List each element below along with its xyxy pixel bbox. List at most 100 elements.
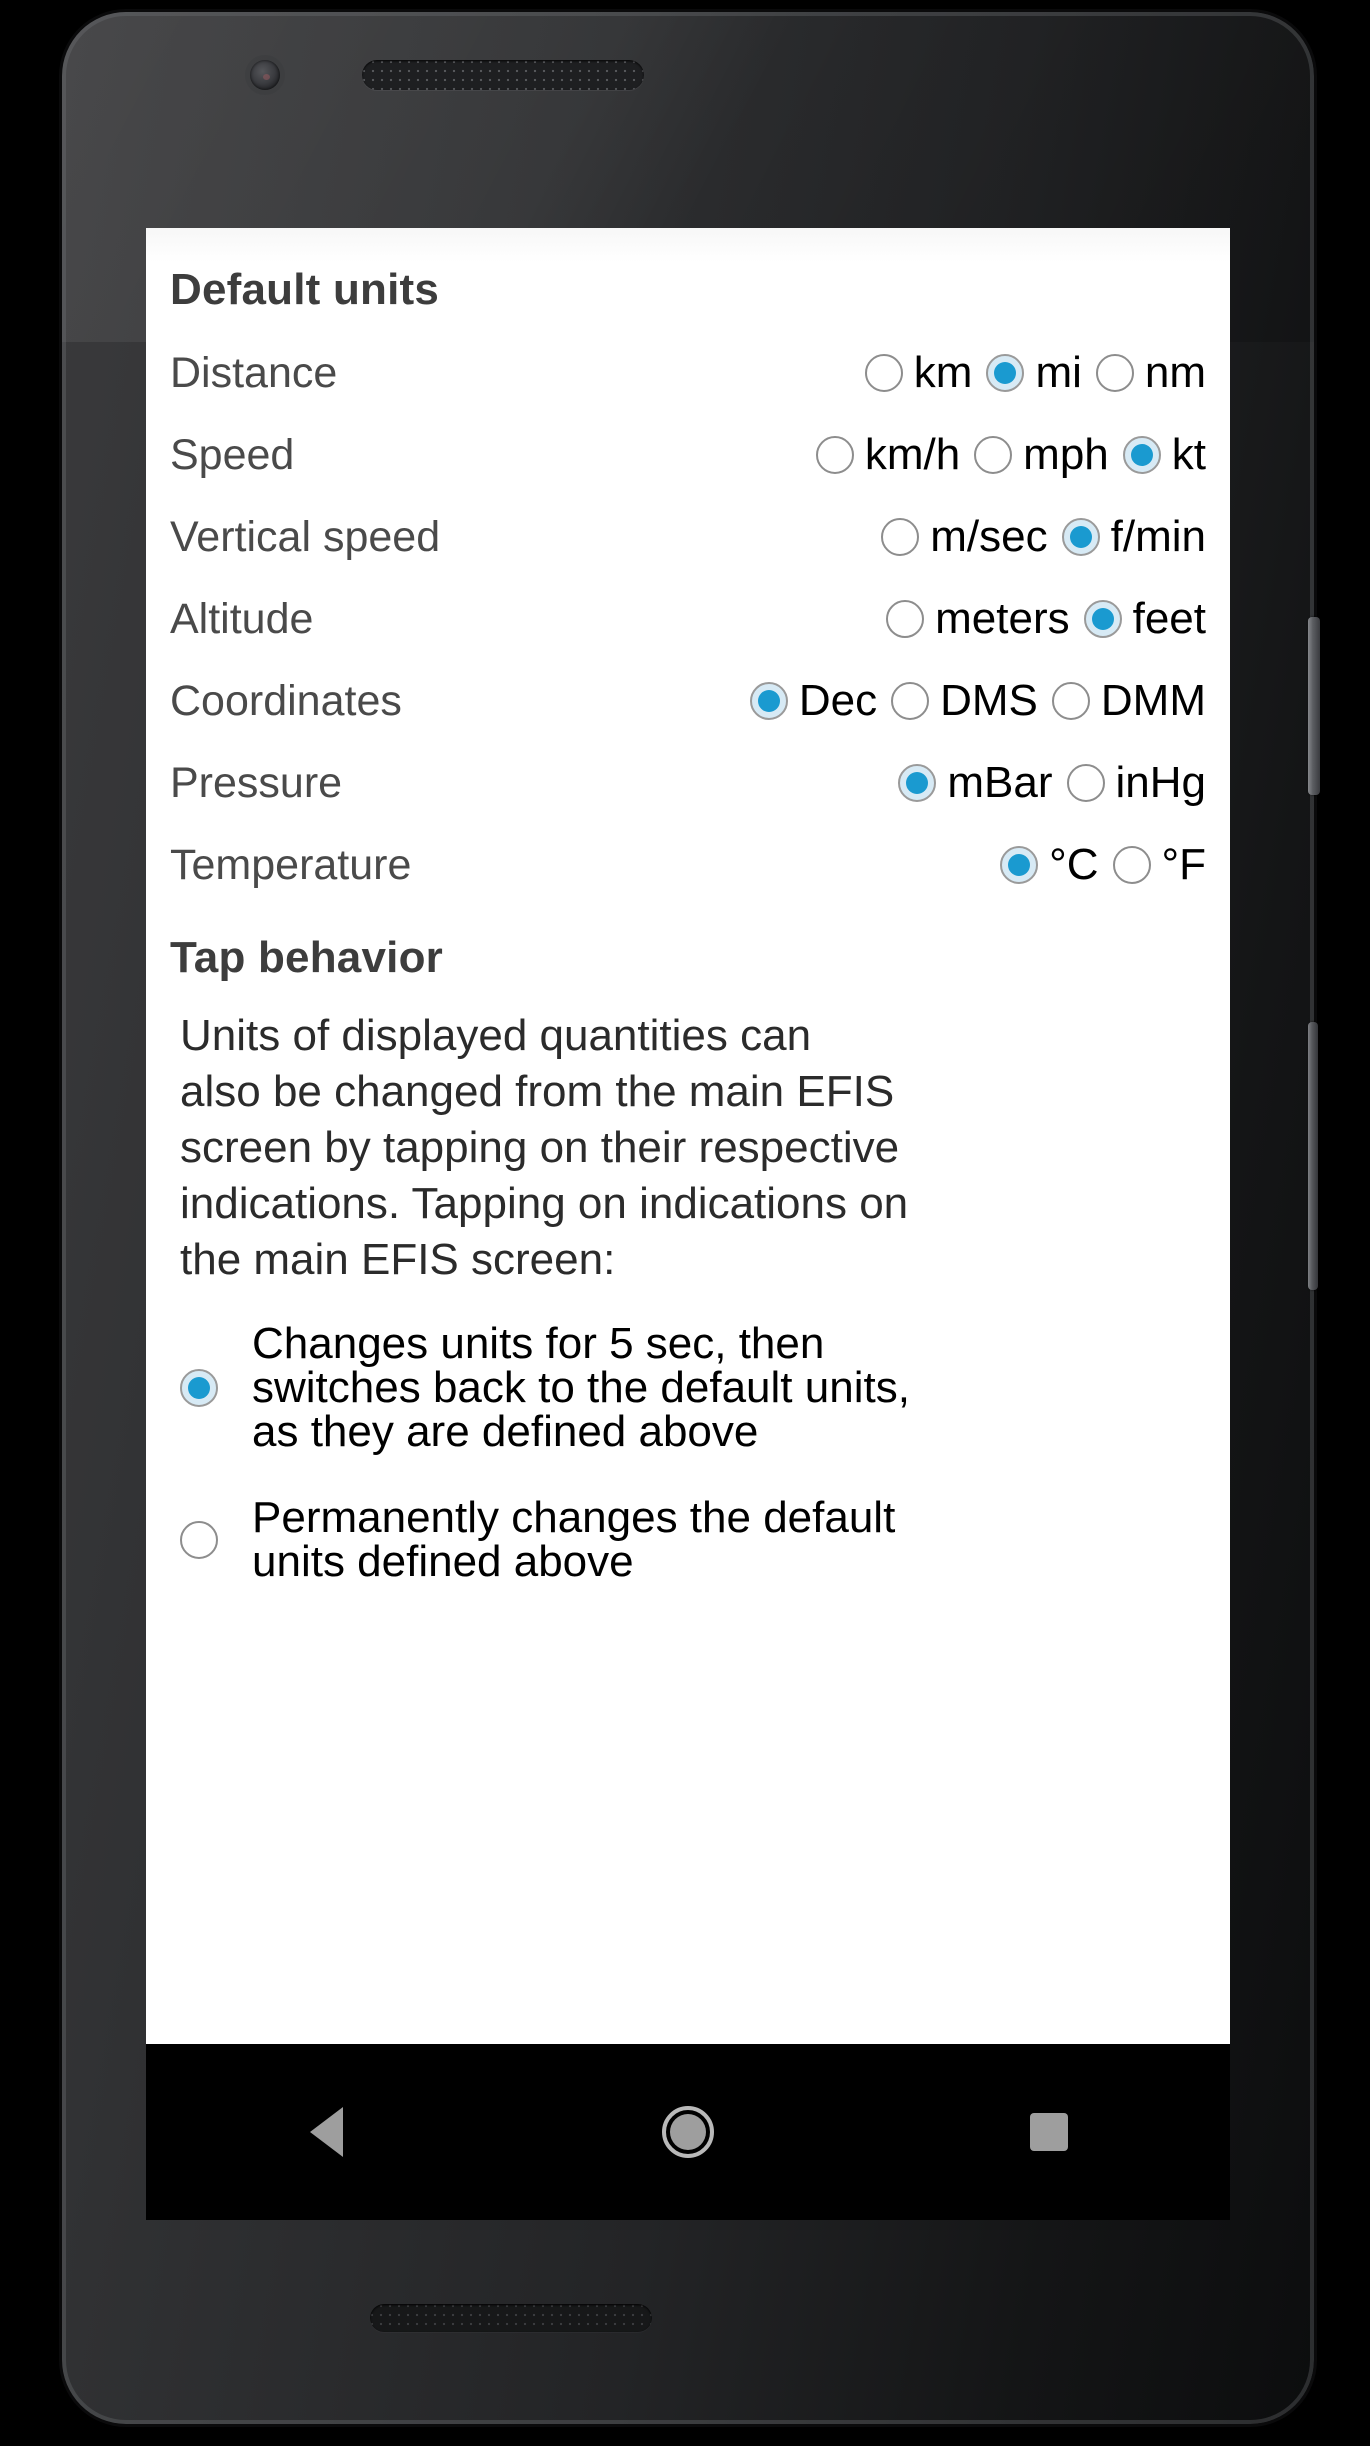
unit-row: Distance km mi nm [170,332,1206,414]
unit-option[interactable]: mBar [898,758,1053,807]
unit-option-label: kt [1171,430,1206,479]
unit-option-label: DMS [940,676,1038,725]
unit-row: Speed km/h mph kt [170,414,1206,496]
unit-option-group: mBar inHg [898,761,1206,805]
unit-row-label: Speed [170,430,295,479]
radio-unselected-icon[interactable] [891,682,930,720]
unit-option-label: km/h [864,430,961,479]
unit-row-label: Vertical speed [170,512,441,561]
unit-option[interactable]: f/min [1061,512,1206,561]
unit-option[interactable]: °F [1112,840,1206,889]
tap-behavior-choice[interactable]: Permanently changes the default units def… [180,1496,1206,1584]
unit-row: Altitude meters feet [170,578,1206,660]
radio-selected-icon[interactable] [1000,846,1039,884]
unit-row-label: Temperature [170,840,412,889]
unit-option-label: mi [1035,348,1082,397]
radio-unselected-icon[interactable] [886,600,925,638]
unit-option[interactable]: inHg [1066,758,1207,807]
choice-line: switches back to the default units, [252,1363,910,1412]
unit-option[interactable]: feet [1083,594,1206,643]
unit-option[interactable]: DMM [1051,676,1206,725]
unit-option-group: m/sec f/min [881,515,1206,559]
unit-option[interactable]: m/sec [881,512,1048,561]
unit-option-label: DMM [1100,676,1206,725]
unit-option-group: km mi nm [864,348,1206,397]
unit-row-label: Altitude [170,594,314,643]
unit-option-label: °C [1049,840,1099,889]
radio-selected-icon[interactable] [1061,518,1100,556]
description-line: Units of displayed quantities can [180,1011,812,1060]
description-line: indications. Tapping on indications on [180,1179,909,1228]
radio-selected-icon[interactable] [1122,436,1161,474]
radio-selected-icon[interactable] [898,764,937,802]
phone-device-frame: Default units Distance km mi nm Speed km/h mph… [62,12,1314,2424]
unit-option[interactable]: mph [974,433,1109,477]
radio-unselected-icon[interactable] [1051,682,1090,720]
choice-line: Changes units for 5 sec, then [252,1319,825,1368]
radio-unselected-icon[interactable] [1066,764,1105,802]
unit-option-label: °F [1161,840,1206,889]
description-line: also be changed from the main EFIS [180,1067,895,1116]
choice-line: units defined above [252,1537,634,1586]
unit-option-label: mph [1023,430,1109,479]
recents-icon [1030,2113,1069,2151]
tap-behavior-description: Units of displayed quantities can also be… [170,1014,1130,1282]
unit-option[interactable]: nm [1095,348,1206,397]
default-units-heading: Default units [170,265,440,314]
earpiece-speaker-grille-icon [362,60,644,90]
default-units-list: Distance km mi nm Speed km/h mph kt Vertical spe… [170,332,1206,906]
unit-row: Coordinates Dec DMS DMM [170,660,1206,742]
unit-option[interactable]: DMS [891,679,1038,723]
unit-option-label: m/sec [930,512,1048,561]
screenshot-stage: Default units Distance km mi nm Speed km/h mph… [0,0,1370,2446]
tap-behavior-heading: Tap behavior [170,933,443,982]
unit-option-group: °C °F [1000,843,1206,887]
radio-selected-icon[interactable] [986,354,1025,392]
unit-option-group: meters feet [886,597,1206,641]
choice-line: as they are defined above [252,1407,759,1456]
radio-unselected-icon[interactable] [864,354,903,392]
unit-row: Pressure mBar inHg [170,742,1206,824]
app-content: Default units Distance km mi nm Speed km/h mph… [146,228,1230,2044]
unit-option[interactable]: kt [1122,430,1206,479]
unit-option-label: nm [1144,348,1206,397]
unit-option-label: meters [935,594,1070,643]
radio-selected-icon[interactable] [749,682,788,720]
unit-row: Temperature °C °F [170,824,1206,906]
radio-selected-icon[interactable] [1083,600,1122,638]
unit-option[interactable]: km/h [815,430,961,479]
front-camera-icon [250,60,280,90]
unit-option-label: km [913,348,973,397]
unit-row-label: Pressure [170,758,343,807]
unit-option-label: inHg [1115,758,1207,807]
nav-recents-button[interactable] [869,2044,1230,2220]
radio-unselected-icon[interactable] [1112,846,1151,884]
power-button[interactable] [1308,617,1320,795]
radio-unselected-icon[interactable] [881,518,920,556]
unit-option[interactable]: km [864,348,973,397]
radio-selected-icon[interactable] [180,1369,218,1407]
unit-option-label: mBar [947,758,1053,807]
nav-back-button[interactable] [146,2044,507,2220]
description-line: the main EFIS screen: [180,1235,616,1284]
radio-unselected-icon[interactable] [180,1521,218,1559]
radio-unselected-icon[interactable] [974,436,1013,474]
unit-option-group: km/h mph kt [815,430,1206,479]
unit-option[interactable]: °C [1000,840,1099,889]
radio-unselected-icon[interactable] [1095,354,1134,392]
radio-unselected-icon[interactable] [815,436,854,474]
tap-behavior-choice-label: Changes units for 5 sec, then switches ba… [252,1322,910,1454]
volume-rocker[interactable] [1308,1022,1318,1290]
tap-behavior-choice-label: Permanently changes the default units def… [252,1496,895,1584]
nav-home-button[interactable] [507,2044,868,2220]
unit-option[interactable]: Dec [749,679,877,723]
bottom-speaker-grille-icon [370,2304,652,2332]
tap-behavior-choice[interactable]: Changes units for 5 sec, then switches ba… [180,1322,1206,1454]
unit-option[interactable]: meters [886,594,1070,643]
description-line: screen by tapping on their respective [180,1123,900,1172]
unit-option-label: feet [1132,594,1206,643]
unit-option-label: f/min [1110,512,1206,561]
unit-row: Vertical speed m/sec f/min [170,496,1206,578]
phone-screen: Default units Distance km mi nm Speed km/h mph… [146,228,1230,2220]
unit-option[interactable]: mi [986,348,1082,397]
